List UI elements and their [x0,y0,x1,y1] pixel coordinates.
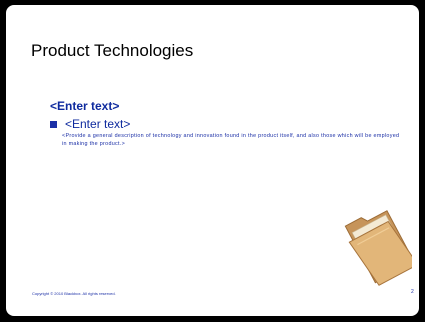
slide-title: Product Technologies [31,41,194,60]
page-number: 2 [411,289,414,295]
bullet-item: <Enter text> [50,117,130,131]
footer-copyright: Copyright © 2010 Blackbox. All rights re… [32,291,116,296]
slide: Product Technologies <Enter text> <Enter… [6,5,419,316]
description-text: <Provide a general description of techno… [62,133,400,147]
folder-icon [344,210,412,286]
subheading: <Enter text> [50,99,120,113]
bullet-text: <Enter text> [65,117,131,131]
bullet-square-icon [50,120,57,128]
